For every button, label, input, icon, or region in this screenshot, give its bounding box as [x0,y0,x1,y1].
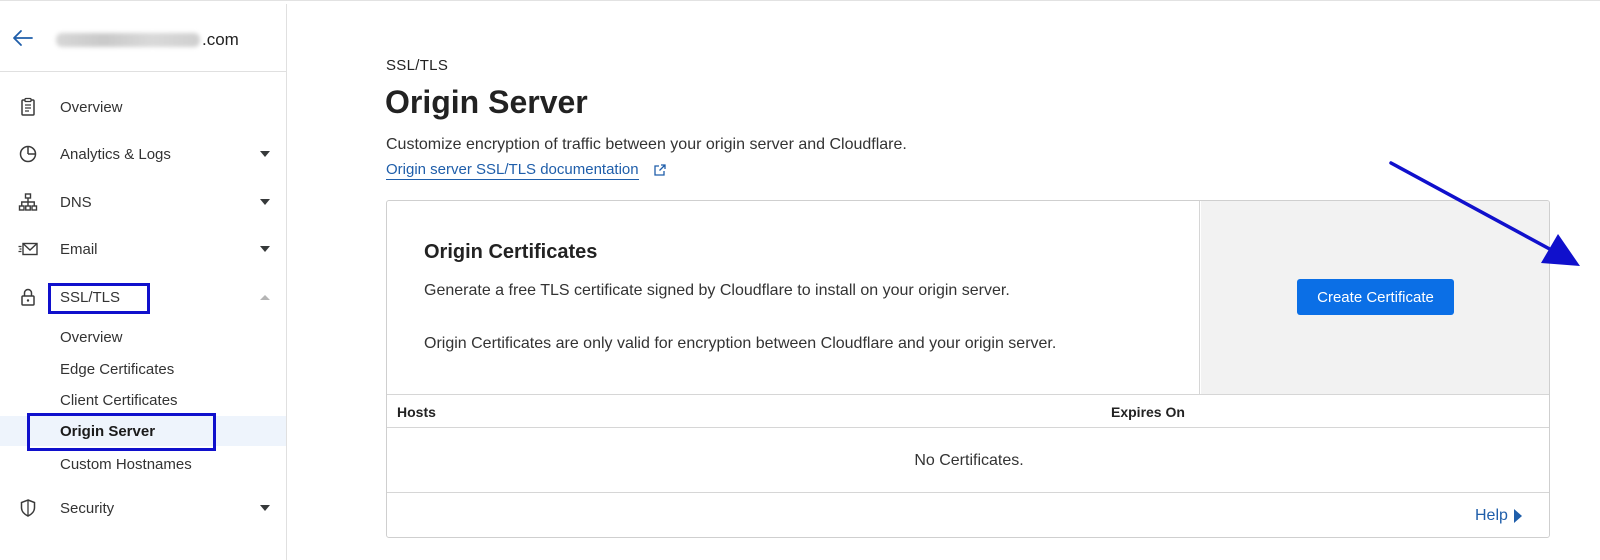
breadcrumb: SSL/TLS [386,57,449,74]
sidebar-item-analytics[interactable]: Analytics & Logs [0,134,286,174]
sidebar-item-security[interactable]: Security [0,488,286,528]
clipboard-icon [21,97,35,116]
sidebar-subitem-label: Overview [60,329,123,346]
external-link-icon[interactable] [653,163,667,177]
sidebar: .com Overview Analytics & Logs DNS Email… [0,4,287,560]
certificates-table-header: Hosts Expires On [387,394,1549,428]
sidebar-subitem-edge-certificates[interactable]: Edge Certificates [0,354,286,384]
empty-state-text: No Certificates. [914,452,1024,469]
site-name[interactable]: .com [56,30,239,50]
column-header-expires-on: Expires On [1111,404,1185,420]
documentation-link[interactable]: Origin server SSL/TLS documentation [386,161,639,180]
site-name-suffix: .com [202,30,239,49]
chevron-down-icon[interactable] [260,246,270,252]
shield-icon [20,499,36,517]
caret-right-icon [1513,509,1522,523]
sidebar-subitem-label: Edge Certificates [60,361,175,378]
create-certificate-button[interactable]: Create Certificate [1297,279,1454,315]
page-description: Customize encryption of traffic between … [386,136,907,153]
card-info-panel: Origin Certificates Generate a free TLS … [387,201,1200,394]
site-header: .com [0,4,286,72]
sidebar-item-label: Overview [60,98,123,116]
card-title: Origin Certificates [424,241,598,263]
sidebar-item-label: Analytics & Logs [60,145,171,163]
page-title: Origin Server [385,84,588,120]
sidebar-item-dns[interactable]: DNS [0,182,286,222]
help-label: Help [1475,507,1508,524]
sidebar-subitem-client-certificates[interactable]: Client Certificates [0,385,286,415]
sidebar-item-email[interactable]: Email [0,229,286,269]
chevron-up-icon[interactable] [260,295,270,300]
envelope-icon [18,242,38,256]
sidebar-subitem-custom-hostnames[interactable]: Custom Hostnames [0,449,286,479]
sidebar-subitem-overview[interactable]: Overview [0,322,286,352]
main-content: SSL/TLS Origin Server Customize encrypti… [287,4,1600,560]
origin-certificates-card: Origin Certificates Generate a free TLS … [386,200,1550,538]
sidebar-subitem-label: Custom Hostnames [60,456,192,473]
annotation-box-origin-server [27,413,216,451]
sidebar-item-label: DNS [60,193,92,211]
card-note: Origin Certificates are only valid for e… [424,335,1057,352]
chevron-down-icon[interactable] [260,199,270,205]
sidebar-item-overview[interactable]: Overview [0,87,286,127]
arrow-left-icon[interactable] [12,28,34,48]
annotation-box-ssl-tls [48,283,150,314]
pie-chart-icon [19,145,37,163]
sidebar-item-label: Email [60,240,98,258]
annotation-arrow [1389,161,1580,266]
column-header-hosts: Hosts [397,404,436,420]
lock-icon [21,288,35,306]
sidebar-item-label: Security [60,499,115,517]
help-link[interactable]: Help [1475,507,1522,525]
card-description: Generate a free TLS certificate signed b… [424,282,1010,299]
chevron-down-icon[interactable] [260,151,270,157]
redacted-domain [56,33,200,47]
network-icon [18,193,38,211]
chevron-down-icon[interactable] [260,505,270,511]
table-empty-row: No Certificates. [387,428,1549,493]
sidebar-subitem-label: Client Certificates [60,392,178,409]
